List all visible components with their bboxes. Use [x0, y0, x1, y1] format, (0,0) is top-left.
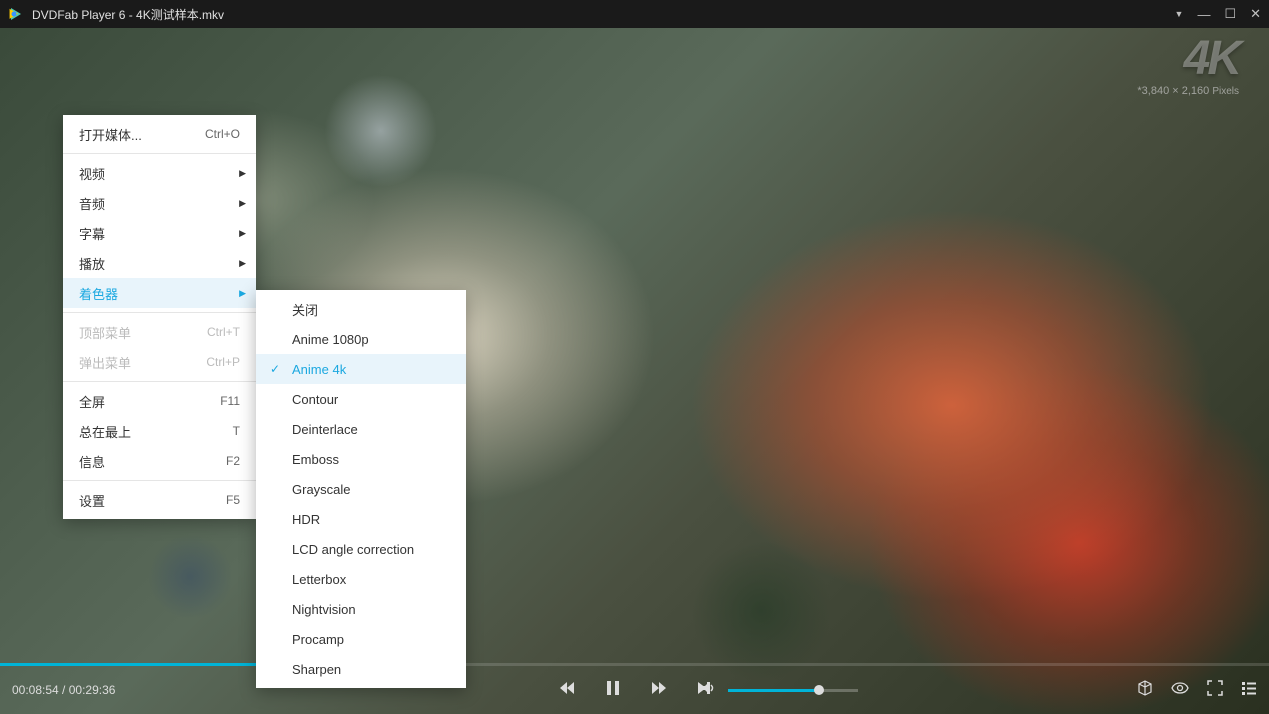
- menu-settings[interactable]: 设置 F5: [63, 485, 256, 515]
- cube-icon[interactable]: [1137, 680, 1153, 701]
- shader-lcd[interactable]: LCD angle correction: [256, 534, 466, 564]
- close-button[interactable]: ✕: [1250, 6, 1261, 22]
- chevron-right-icon: ▶: [239, 198, 246, 209]
- app-window: DVDFab Player 6 - 4K测试样本.mkv ▼ — ☐ ✕ 4K …: [0, 0, 1269, 714]
- progress-bar[interactable]: [0, 663, 1269, 666]
- menu-separator: [63, 381, 256, 382]
- menu-separator: [63, 312, 256, 313]
- fullscreen-icon[interactable]: [1207, 680, 1223, 701]
- menu-always-on-top[interactable]: 总在最上 T: [63, 416, 256, 446]
- shader-grayscale[interactable]: Grayscale: [256, 474, 466, 504]
- badge-resolution: *3,840 × 2,160 Pixels: [1137, 85, 1239, 97]
- shader-anime-4k[interactable]: Anime 4k: [256, 354, 466, 384]
- resolution-badge: 4K *3,840 × 2,160 Pixels: [1137, 35, 1239, 97]
- menu-open-media[interactable]: 打开媒体... Ctrl+O: [63, 119, 256, 149]
- shader-contour[interactable]: Contour: [256, 384, 466, 414]
- window-controls: ▼ — ☐ ✕: [1175, 6, 1261, 22]
- shader-letterbox[interactable]: Letterbox: [256, 564, 466, 594]
- menu-audio[interactable]: 音频 ▶: [63, 188, 256, 218]
- shader-submenu: 关闭 Anime 1080p Anime 4k Contour Deinterl…: [256, 290, 466, 688]
- menu-info[interactable]: 信息 F2: [63, 446, 256, 476]
- menu-top-menu: 顶部菜单 Ctrl+T: [63, 317, 256, 347]
- time-display: 00:08:54 / 00:29:36: [12, 683, 115, 697]
- transport-controls: [558, 679, 712, 702]
- menu-separator: [63, 153, 256, 154]
- shader-sharpen[interactable]: Sharpen: [256, 654, 466, 684]
- menu-popup-menu: 弹出菜单 Ctrl+P: [63, 347, 256, 377]
- chevron-right-icon: ▶: [239, 168, 246, 179]
- chevron-right-icon: ▶: [239, 288, 246, 299]
- shader-anime-1080p[interactable]: Anime 1080p: [256, 324, 466, 354]
- maximize-button[interactable]: ☐: [1224, 6, 1236, 22]
- chevron-right-icon: ▶: [239, 258, 246, 269]
- shader-procamp[interactable]: Procamp: [256, 624, 466, 654]
- shader-nightvision[interactable]: Nightvision: [256, 594, 466, 624]
- rewind-button[interactable]: [558, 679, 576, 702]
- chevron-right-icon: ▶: [239, 228, 246, 239]
- player-controls: 00:08:54 / 00:29:36: [0, 666, 1269, 714]
- eye-icon[interactable]: [1171, 680, 1189, 701]
- menu-shader[interactable]: 着色器 ▶: [63, 278, 256, 308]
- menu-playback[interactable]: 播放 ▶: [63, 248, 256, 278]
- menu-subtitle[interactable]: 字幕 ▶: [63, 218, 256, 248]
- window-title: DVDFab Player 6 - 4K测试样本.mkv: [32, 6, 1175, 23]
- volume-control: [700, 680, 858, 701]
- menu-video[interactable]: 视频 ▶: [63, 158, 256, 188]
- volume-icon[interactable]: [700, 680, 716, 701]
- playlist-icon[interactable]: [1241, 680, 1257, 701]
- titlebar[interactable]: DVDFab Player 6 - 4K测试样本.mkv ▼ — ☐ ✕: [0, 0, 1269, 28]
- shader-hdr[interactable]: HDR: [256, 504, 466, 534]
- app-logo-icon: [8, 6, 24, 22]
- forward-button[interactable]: [650, 679, 668, 702]
- minimize-button[interactable]: —: [1197, 7, 1210, 22]
- menu-separator: [63, 480, 256, 481]
- context-menu: 打开媒体... Ctrl+O 视频 ▶ 音频 ▶ 字幕 ▶ 播放 ▶ 着色器 ▶…: [63, 115, 256, 519]
- shader-off[interactable]: 关闭: [256, 294, 466, 324]
- volume-fill: [728, 689, 819, 692]
- shader-deinterlace[interactable]: Deinterlace: [256, 414, 466, 444]
- pause-button[interactable]: [604, 679, 622, 702]
- dropdown-icon[interactable]: ▼: [1175, 9, 1184, 19]
- right-controls: [1137, 680, 1257, 701]
- badge-4k-text: 4K: [1137, 35, 1239, 83]
- volume-thumb[interactable]: [814, 685, 824, 695]
- volume-slider[interactable]: [728, 689, 858, 692]
- shader-emboss[interactable]: Emboss: [256, 444, 466, 474]
- menu-fullscreen[interactable]: 全屏 F11: [63, 386, 256, 416]
